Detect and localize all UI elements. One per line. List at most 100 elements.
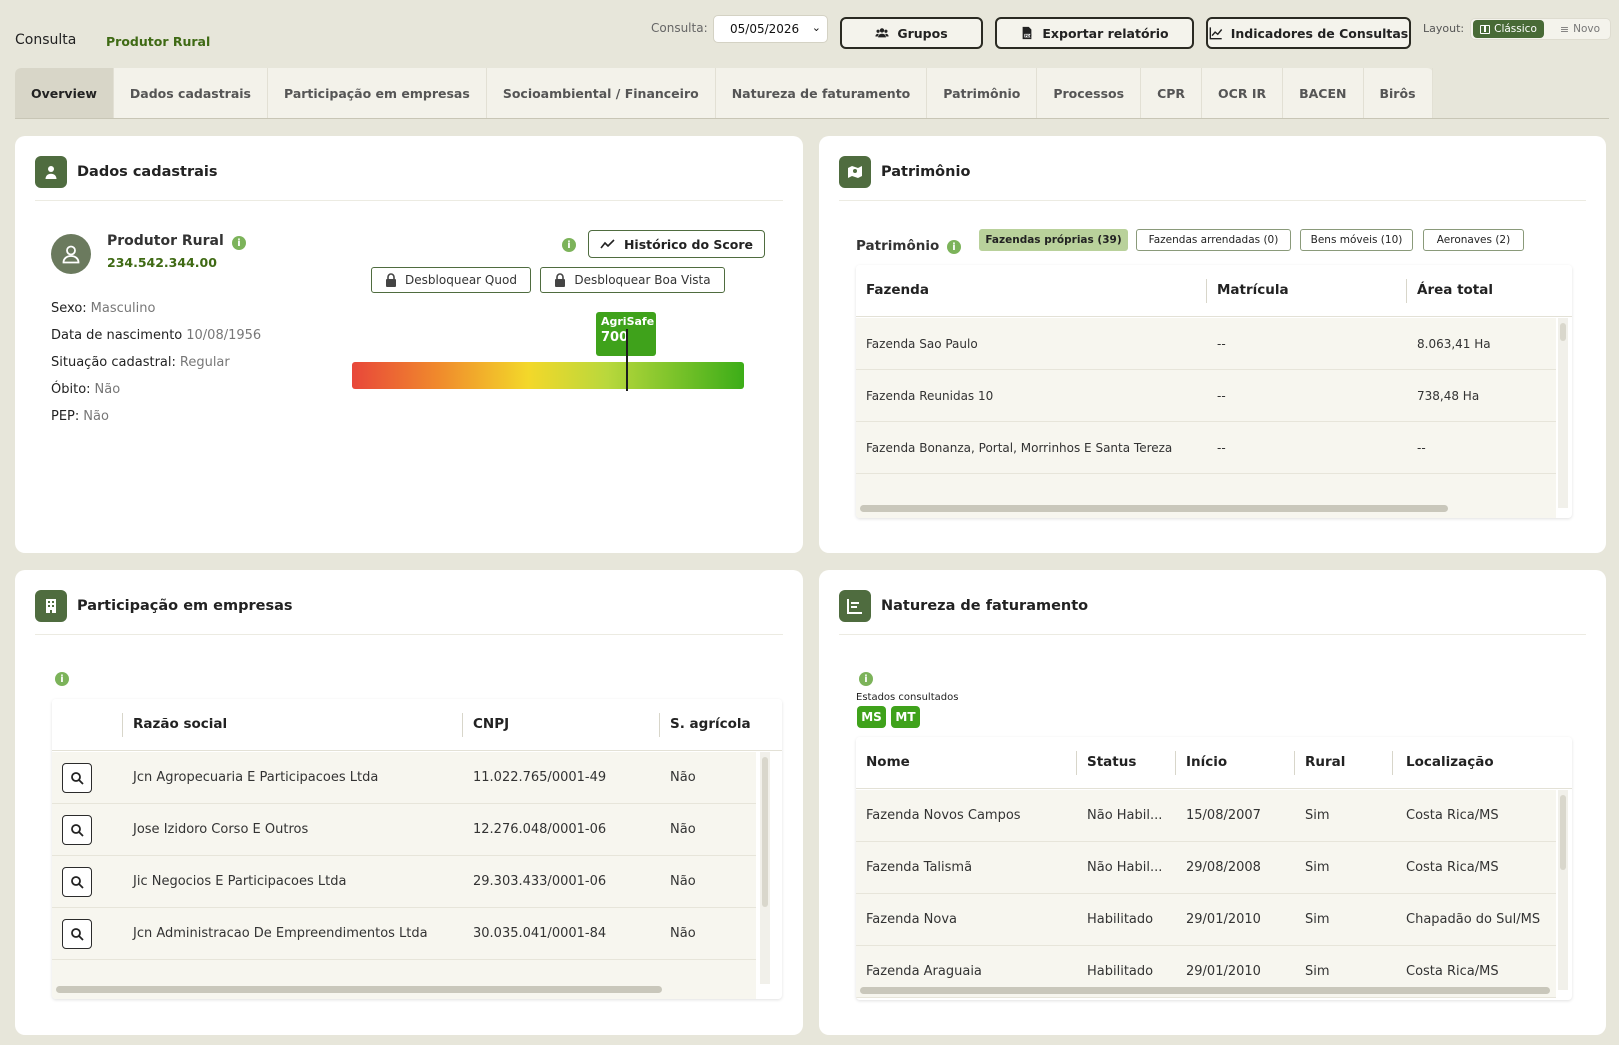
tab-socioambiental[interactable]: Socioambiental / Financeiro <box>487 68 716 118</box>
tab-processos[interactable]: Processos <box>1037 68 1142 118</box>
column-header[interactable]: Nome <box>866 754 910 770</box>
column-header[interactable]: Rural <box>1305 754 1345 770</box>
search-icon[interactable] <box>62 867 92 897</box>
card-title: Participação em empresas <box>77 598 293 614</box>
desbloquear-quod-button[interactable]: Desbloquear Quod <box>371 267 531 293</box>
tab-biros[interactable]: Birôs <box>1364 68 1433 118</box>
tab-overview[interactable]: Overview <box>15 68 114 118</box>
table-cell: Não <box>670 926 696 941</box>
info-icon[interactable]: i <box>947 240 961 254</box>
indicadores-consultas-button[interactable]: Indicadores de Consultas <box>1206 17 1411 49</box>
grupos-button[interactable]: Grupos <box>840 17 983 49</box>
info-icon[interactable]: i <box>562 238 576 252</box>
desbloquear-boa-vista-button[interactable]: Desbloquear Boa Vista <box>540 267 725 293</box>
participacao-card: Participação em empresas i Razão social … <box>15 570 803 1035</box>
column-separator <box>1406 279 1407 303</box>
table-row[interactable] <box>52 960 756 999</box>
table-row[interactable]: Fazenda Reunidas 10 -- 738,48 Ha <box>856 370 1556 422</box>
table-cell: Sim <box>1305 808 1330 823</box>
table-row[interactable]: Jose Izidoro Corso E Outros 12.276.048/0… <box>52 804 756 856</box>
natureza-faturamento-card: Natureza de faturamento i Estados consul… <box>819 570 1606 1035</box>
table-cell: 15/08/2007 <box>1186 808 1261 823</box>
table-row[interactable]: Jic Negocios E Participacoes Ltda 29.303… <box>52 856 756 908</box>
field-label: PEP: <box>51 409 80 424</box>
field-obito: Óbito: Não <box>51 382 120 397</box>
table-row[interactable]: Fazenda Sao Paulo -- 8.063,41 Ha <box>856 318 1556 370</box>
user-icon <box>35 156 67 188</box>
score-gauge-bar <box>352 362 744 389</box>
column-header[interactable]: Status <box>1087 754 1136 770</box>
table-cell: Fazenda Bonanza, Portal, Morrinhos E San… <box>866 441 1173 455</box>
pill-bens-moveis[interactable]: Bens móveis (10) <box>1300 229 1413 251</box>
table-cell: 29/01/2010 <box>1186 912 1261 927</box>
tab-ocr-ir[interactable]: OCR IR <box>1202 68 1284 118</box>
unlock-boavista-label: Desbloquear Boa Vista <box>574 273 711 287</box>
layout-novo-option[interactable]: ≡ Novo <box>1551 20 1609 38</box>
column-header[interactable]: Fazenda <box>866 282 929 298</box>
table-row[interactable]: Jcn Administracao De Empreendimentos Ltd… <box>52 908 756 960</box>
historico-score-button[interactable]: Histórico do Score <box>588 230 765 258</box>
dados-cadastrais-card: Dados cadastrais Produtor Rural i 234.54… <box>15 136 803 553</box>
state-chip-mt[interactable]: MT <box>891 706 920 728</box>
column-header[interactable]: Localização <box>1406 754 1494 770</box>
lock-icon <box>386 273 397 287</box>
field-label: Óbito: <box>51 382 91 397</box>
column-header[interactable]: S. agrícola <box>670 716 751 732</box>
table-row[interactable]: Fazenda Bonanza, Portal, Morrinhos E San… <box>856 422 1556 474</box>
table-cell: -- <box>1417 441 1426 455</box>
search-icon[interactable] <box>62 815 92 845</box>
person-name: Produtor Rural <box>107 233 224 249</box>
state-chip-ms[interactable]: MS <box>857 706 886 728</box>
horizontal-scrollbar[interactable] <box>860 987 1550 994</box>
tab-natureza-faturamento[interactable]: Natureza de faturamento <box>716 68 928 118</box>
table-cell: 11.022.765/0001-49 <box>473 770 607 785</box>
building-icon <box>35 590 67 622</box>
table-row[interactable]: Fazenda Talismã Não Habil... 29/08/2008 … <box>856 842 1556 894</box>
card-title: Dados cadastrais <box>77 164 218 180</box>
field-situacao: Situação cadastral: Regular <box>51 355 230 370</box>
column-header[interactable]: Área total <box>1417 282 1493 298</box>
divider <box>839 200 1586 201</box>
vertical-scrollbar[interactable] <box>1560 323 1566 341</box>
tab-dados-cadastrais[interactable]: Dados cadastrais <box>114 68 268 118</box>
tab-participacao-empresas[interactable]: Participação em empresas <box>268 68 487 118</box>
pill-fazendas-proprias[interactable]: Fazendas próprias (39) <box>979 229 1128 251</box>
tab-cpr[interactable]: CPR <box>1141 68 1203 118</box>
column-header[interactable]: Início <box>1186 754 1227 770</box>
horizontal-scrollbar[interactable] <box>860 505 1448 512</box>
vertical-scrollbar[interactable] <box>762 757 768 907</box>
map-icon <box>839 156 871 188</box>
info-icon[interactable]: i <box>232 236 246 250</box>
table-cell: Fazenda Sao Paulo <box>866 337 978 351</box>
consulta-date-select[interactable]: 05/05/2026 ⌄ <box>713 15 828 43</box>
column-header[interactable]: Razão social <box>133 716 227 732</box>
table-cell: 29.303.433/0001-06 <box>473 874 607 889</box>
table-row[interactable]: Fazenda Nova Habilitado 29/01/2010 Sim C… <box>856 894 1556 946</box>
column-header[interactable]: Matrícula <box>1217 282 1289 298</box>
person-value: 234.542.344.00 <box>107 255 217 270</box>
tab-patrimonio[interactable]: Patrimônio <box>927 68 1038 118</box>
pill-aeronaves[interactable]: Aeronaves (2) <box>1423 229 1524 251</box>
exportar-relatorio-button[interactable]: PDF Exportar relatório <box>995 17 1194 49</box>
search-icon[interactable] <box>62 919 92 949</box>
table-cell: 8.063,41 Ha <box>1417 337 1491 351</box>
table-cell: Fazenda Reunidas 10 <box>866 389 994 403</box>
search-icon[interactable] <box>62 763 92 793</box>
indicadores-label: Indicadores de Consultas <box>1230 25 1409 41</box>
info-icon[interactable]: i <box>55 672 69 686</box>
breadcrumb-consulta[interactable]: Consulta <box>15 32 76 48</box>
horizontal-scrollbar[interactable] <box>56 986 662 993</box>
info-icon[interactable]: i <box>859 672 873 686</box>
table-row[interactable]: Jcn Agropecuaria E Participacoes Ltda 11… <box>52 752 756 804</box>
table-row[interactable]: Fazenda Novos Campos Não Habil... 15/08/… <box>856 790 1556 842</box>
consulta-date-label: Consulta: <box>651 21 708 35</box>
tab-bacen[interactable]: BACEN <box>1283 68 1364 118</box>
table-cell: Jcn Agropecuaria E Participacoes Ltda <box>133 770 379 785</box>
pill-fazendas-arrendadas[interactable]: Fazendas arrendadas (0) <box>1136 229 1291 251</box>
vertical-scrollbar[interactable] <box>1560 795 1566 870</box>
card-header: Natureza de faturamento <box>839 590 1088 622</box>
layout-classico-option[interactable]: Clássico <box>1473 20 1544 38</box>
column-separator <box>122 713 123 737</box>
chevron-down-icon: ⌄ <box>811 21 821 34</box>
column-header[interactable]: CNPJ <box>473 716 509 732</box>
